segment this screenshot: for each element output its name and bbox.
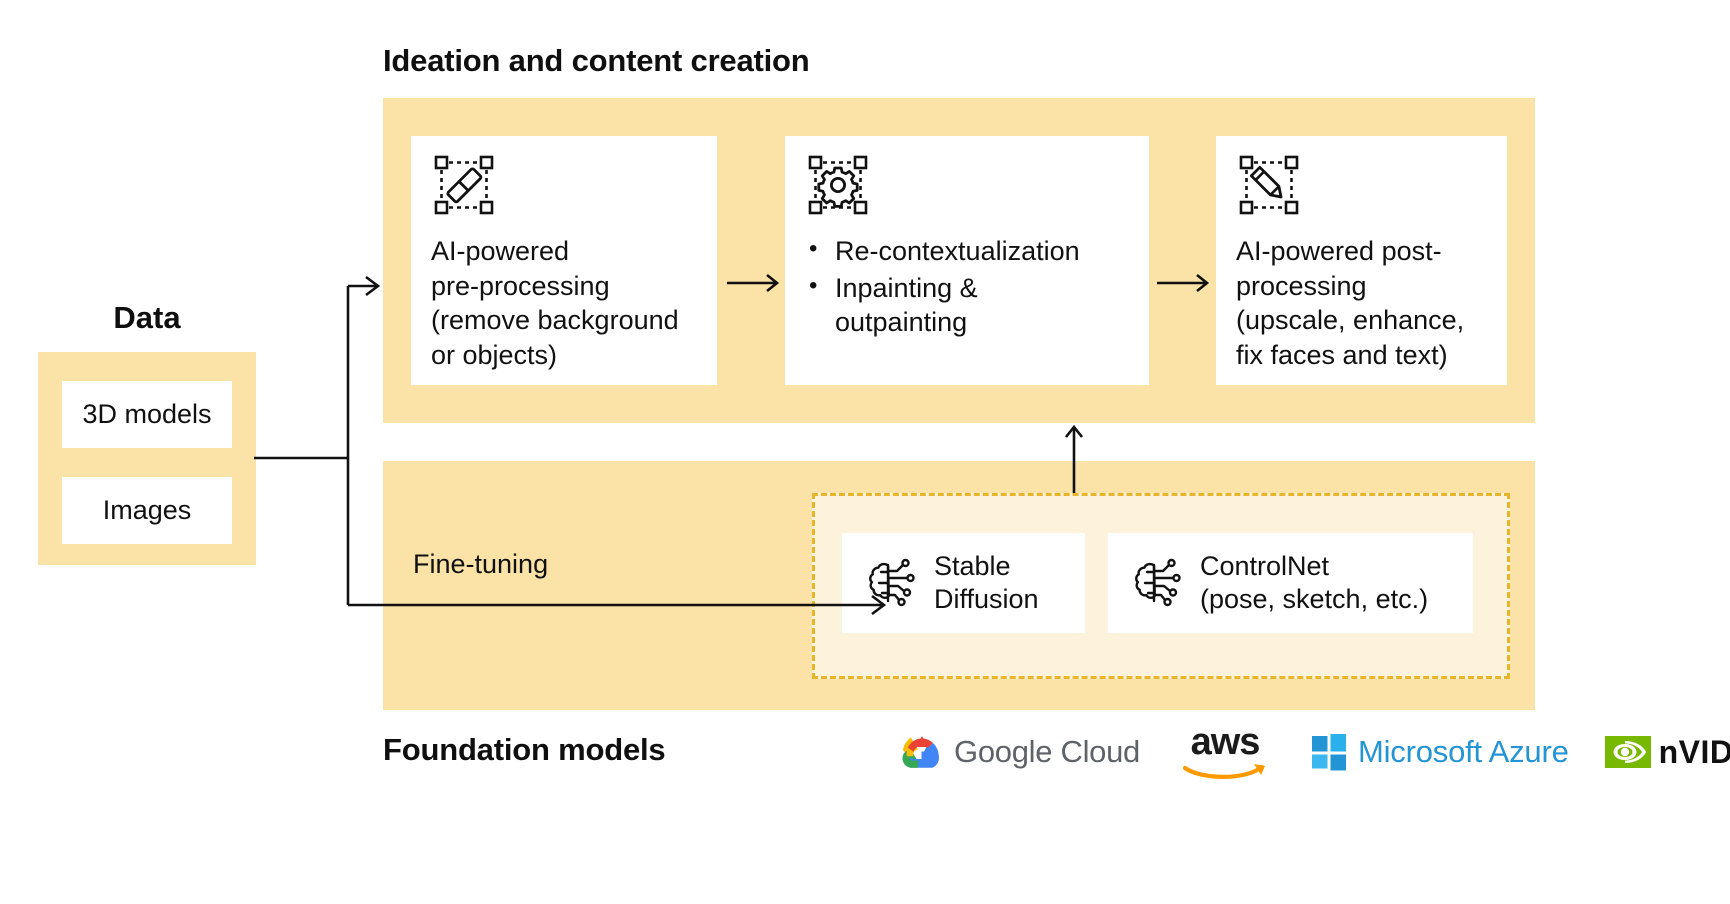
google-cloud-logo: Google Cloud xyxy=(900,733,1140,771)
ai-brain-circuit-icon xyxy=(1130,556,1184,610)
aws-label: aws xyxy=(1190,721,1261,763)
bottom-section-title: Foundation models xyxy=(383,732,666,767)
data-item-3d-models[interactable]: 3D models xyxy=(62,381,232,448)
nvidia-logo: nVIDIA xyxy=(1604,733,1730,771)
data-item-label: 3D models xyxy=(82,399,212,429)
google-cloud-icon xyxy=(900,733,944,771)
arrow-foundation-to-ideation xyxy=(1058,420,1090,495)
text-line: AI-powered post- xyxy=(1236,236,1442,266)
pipeline-card-postprocessing[interactable]: AI-powered post- processing (upscale, en… xyxy=(1216,136,1507,385)
google-cloud-label: Google Cloud xyxy=(954,734,1140,770)
selection-gear-icon xyxy=(805,152,871,218)
text-line: Google xyxy=(954,734,1053,769)
selection-pencil-icon xyxy=(1236,152,1302,218)
data-item-label: Images xyxy=(102,495,192,525)
text-line: fix faces and text) xyxy=(1236,339,1448,370)
data-to-pipeline-connector xyxy=(254,275,887,616)
arrow-recontext-to-postprocessing xyxy=(1157,272,1215,294)
text-line: Cloud xyxy=(1060,734,1141,769)
text-line: ControlNet xyxy=(1200,551,1330,582)
microsoft-azure-logo: Microsoft Azure xyxy=(1310,733,1569,771)
model-card-controlnet[interactable]: ControlNet (pose, sketch, etc.) xyxy=(1108,533,1473,633)
text-line: processing xyxy=(1236,270,1367,301)
aws-swoosh-icon xyxy=(1182,761,1268,781)
text-line: Diffusion xyxy=(934,584,1039,614)
data-item-images[interactable]: Images xyxy=(62,477,232,544)
nvidia-label: nVIDIA xyxy=(1658,733,1730,770)
model-card-controlnet-label: ControlNet (pose, sketch, etc.) xyxy=(1200,550,1428,616)
text-line: Stable xyxy=(934,551,1011,582)
text-line: (upscale, enhance, xyxy=(1236,305,1465,336)
top-section-title: Ideation and content creation xyxy=(383,43,810,78)
data-block-title: Data xyxy=(113,300,181,335)
diagram-canvas: Ideation and content creation AI-powered… xyxy=(0,0,1730,904)
cloud-provider-logos: Google Cloud aws Microsoft Azure nVID xyxy=(900,722,1730,782)
microsoft-azure-label: Microsoft Azure xyxy=(1358,734,1569,769)
aws-logo: aws xyxy=(1182,723,1268,781)
model-card-stable-diffusion-label: Stable Diffusion xyxy=(934,550,1039,616)
text-line: (pose, sketch, etc.) xyxy=(1200,584,1429,614)
nvidia-eye-icon xyxy=(1604,734,1651,770)
pipeline-card-postprocessing-text: AI-powered post- processing (upscale, en… xyxy=(1236,234,1504,372)
microsoft-windows-icon xyxy=(1310,733,1348,771)
selection-eraser-icon xyxy=(431,152,497,218)
